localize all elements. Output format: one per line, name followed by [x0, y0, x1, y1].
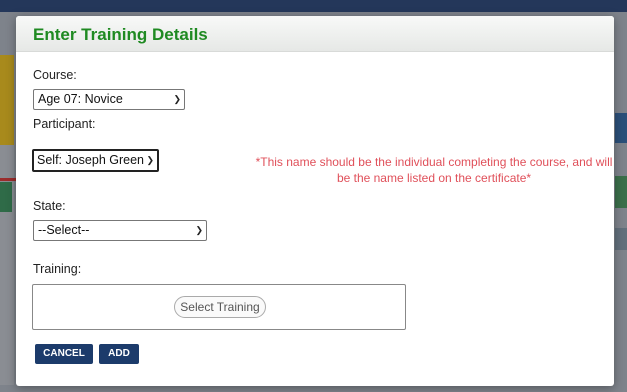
modal-title: Enter Training Details [33, 25, 208, 44]
chevron-down-icon: ❯ [173, 94, 181, 104]
modal-header: Enter Training Details [16, 16, 614, 52]
background-accent [615, 113, 627, 143]
chevron-down-icon: ❯ [146, 155, 154, 165]
course-select[interactable]: Age 07: Novice ❯ [33, 89, 185, 110]
course-label: Course: [33, 68, 77, 82]
training-details-modal: Enter Training Details Course: Age 07: N… [16, 16, 614, 386]
chevron-down-icon: ❯ [195, 225, 203, 235]
participant-label: Participant: [33, 117, 96, 131]
participant-warning: *This name should be the individual comp… [255, 155, 613, 185]
background-accent [0, 182, 12, 212]
add-button[interactable]: ADD [99, 344, 139, 364]
background-panel [0, 145, 14, 385]
participant-select[interactable]: Self: Joseph Green ❯ [32, 149, 159, 172]
participant-select-value: Self: Joseph Green [37, 153, 145, 167]
training-container: Select Training [32, 284, 406, 330]
course-select-value: Age 07: Novice [38, 92, 123, 106]
state-select-value: --Select-- [38, 223, 90, 237]
background-header-bar [0, 0, 627, 12]
select-training-button[interactable]: Select Training [174, 296, 266, 318]
state-select[interactable]: --Select-- ❯ [33, 220, 207, 241]
cancel-button[interactable]: CANCEL [35, 344, 93, 364]
background-accent [615, 228, 627, 250]
training-label: Training: [33, 262, 82, 276]
state-label: State: [33, 199, 66, 213]
background-panel [0, 55, 14, 145]
